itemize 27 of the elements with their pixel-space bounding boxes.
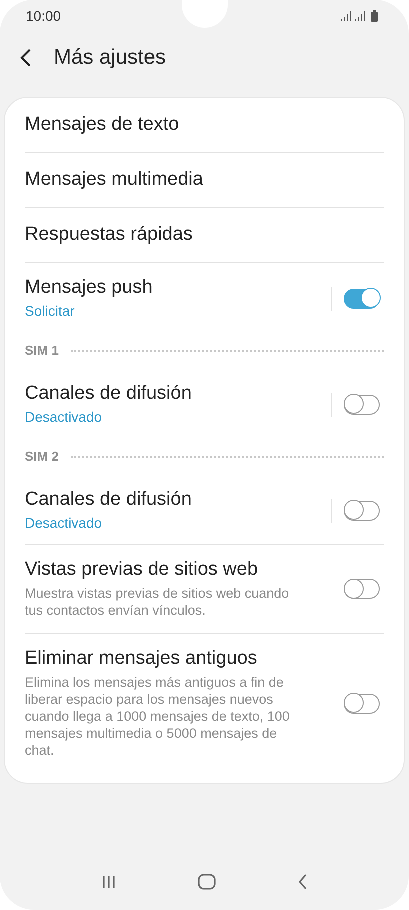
- recent-apps-icon: [100, 875, 117, 889]
- settings-item[interactable]: Respuestas rápidas: [25, 208, 384, 262]
- setting-description: Muestra vistas previas de sitios web cuando tus contactos envían vínculos.: [25, 585, 290, 619]
- status-time: 10:00: [26, 8, 62, 24]
- setting-title: Canales de difusión: [25, 489, 193, 511]
- page-title: Más ajustes: [54, 46, 166, 70]
- setting-status: Solicitar: [25, 303, 76, 320]
- back-icon: [20, 48, 32, 68]
- home-icon: [198, 874, 216, 890]
- setting-title: Vistas previas de sitios web: [25, 559, 260, 581]
- section-header: SIM 2: [25, 449, 59, 464]
- signal-battery-icon: [341, 10, 379, 22]
- settings-item[interactable]: Mensajes de texto: [25, 98, 384, 152]
- toggle-switch[interactable]: [344, 394, 380, 414]
- settings-item[interactable]: Mensajes multimedia: [25, 153, 384, 207]
- setting-description: Elimina los mensajes más antiguos a fin de liberar espacio para los mensajes nuevos cuando llega a 1000 mensajes de texto, 100 mensajes multimedia o 5000 mensajes de chat.: [25, 674, 291, 759]
- setting-title: Canales de difusión: [25, 383, 193, 405]
- setting-title: Mensajes push: [25, 277, 154, 299]
- section-header: SIM 1: [25, 343, 59, 358]
- setting-status: Desactivado: [25, 409, 104, 426]
- setting-status: Desactivado: [25, 515, 104, 532]
- back-icon: [298, 874, 308, 890]
- toggle-switch[interactable]: [344, 288, 380, 308]
- setting-title: Eliminar mensajes antiguos: [25, 648, 258, 670]
- toggle-switch[interactable]: [344, 579, 380, 599]
- toggle-switch[interactable]: [344, 500, 380, 520]
- toggle-switch[interactable]: [344, 694, 380, 714]
